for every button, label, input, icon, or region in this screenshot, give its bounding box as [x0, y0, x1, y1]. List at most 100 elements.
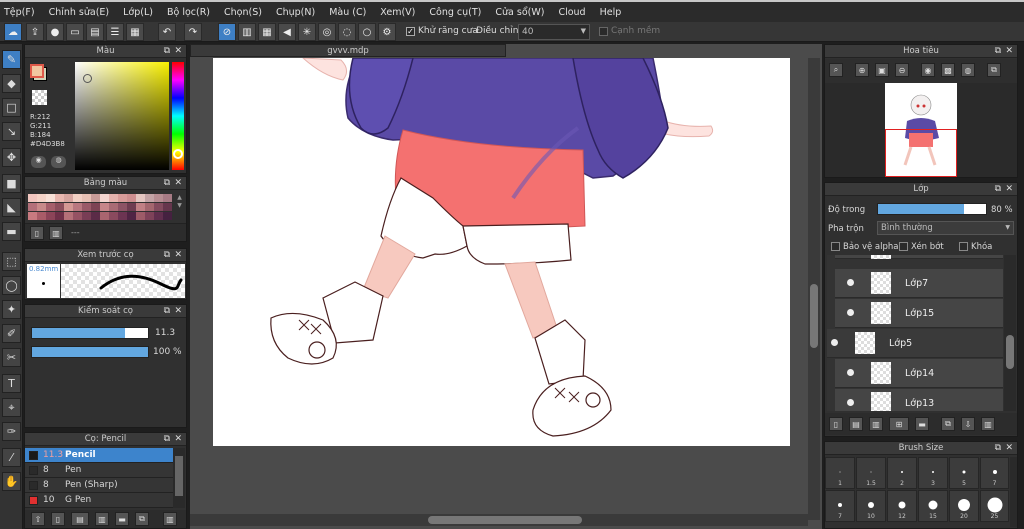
gradient-tool-icon[interactable]: ▬	[2, 222, 21, 241]
pen-tool-icon[interactable]: ⁄	[2, 448, 21, 467]
redo-icon[interactable]: ↷	[184, 23, 202, 41]
select-eraser-tool-icon[interactable]: ✂	[2, 348, 21, 367]
select-rect-tool-icon[interactable]: ⬚	[2, 252, 21, 271]
brush-size-preset[interactable]: 3	[918, 457, 948, 489]
palette-swatch[interactable]	[127, 212, 136, 220]
brush-item-pen[interactable]: 8 Pen	[25, 463, 185, 478]
palette-swatch[interactable]	[91, 194, 100, 202]
palette-swatch[interactable]	[109, 212, 118, 220]
palette-swatch[interactable]	[46, 194, 55, 202]
rect-tool-icon[interactable]: ■	[2, 174, 21, 193]
horizontal-scroll-thumb[interactable]	[428, 516, 582, 524]
duplicate-icon[interactable]: ⧉	[135, 512, 149, 526]
close-icon[interactable]: ✕	[174, 433, 182, 445]
snap-ellipse-icon[interactable]: ○	[358, 23, 376, 41]
select-pen-tool-icon[interactable]: ✐	[2, 324, 21, 343]
print-icon[interactable]: ▤	[86, 23, 104, 41]
brush-size-preset[interactable]: 1	[825, 457, 855, 489]
brush-size-preset[interactable]: 15	[918, 490, 948, 522]
brush-size-preset[interactable]: 25	[980, 490, 1009, 522]
eye-icon[interactable]	[847, 279, 854, 286]
rotate-reset-icon[interactable]: ◍	[961, 63, 975, 77]
brush-list-scroll-thumb[interactable]	[175, 456, 183, 496]
merge-layer-icon[interactable]: ⇩	[961, 417, 975, 431]
brush-size-scrollbar[interactable]	[1010, 457, 1017, 527]
palette-scroll[interactable]: ▲ ▼	[175, 194, 184, 220]
fill-tool-icon[interactable]: ◣	[2, 198, 21, 217]
list-icon[interactable]: ☰	[106, 23, 124, 41]
brush-item-g-pen[interactable]: 10 G Pen	[25, 493, 185, 508]
close-icon[interactable]: ✕	[174, 45, 182, 57]
layer-row[interactable]: Lớp7	[835, 269, 1003, 298]
add-layer-menu-icon[interactable]: ⊞	[889, 417, 909, 431]
float-icon[interactable]: ⧉	[164, 305, 170, 317]
folder-icon[interactable]: ▬	[115, 512, 129, 526]
canvas-icon[interactable]: ▭	[66, 23, 84, 41]
layer-row[interactable]: Lớp14	[835, 359, 1003, 388]
layer-row-selected[interactable]: Lớp5	[827, 329, 1003, 358]
close-icon[interactable]: ✕	[1005, 183, 1013, 195]
add-brush-icon[interactable]: ▤	[71, 512, 89, 526]
brush-size-preset[interactable]: 7	[980, 457, 1009, 489]
palette-swatch[interactable]	[127, 194, 136, 202]
share-icon[interactable]: ⇪	[26, 23, 44, 41]
palette-swatch[interactable]	[73, 194, 82, 202]
palette-swatch[interactable]	[136, 194, 145, 202]
palette-swatch[interactable]	[136, 212, 145, 220]
snap-curve-icon[interactable]: ◌	[338, 23, 356, 41]
canvas-vertical-scrollbar[interactable]	[808, 58, 820, 520]
zoom-in-icon[interactable]: ⊕	[855, 63, 869, 77]
snap-radial-icon[interactable]: ✳	[298, 23, 316, 41]
menu-filter[interactable]: Bộ lọc(R)	[167, 7, 210, 18]
new-halftone-layer-icon[interactable]: ▤	[849, 417, 863, 431]
eye-icon[interactable]	[847, 309, 854, 316]
palette-swatch[interactable]	[73, 212, 82, 220]
palette-swatch[interactable]	[118, 212, 127, 220]
palette-swatch[interactable]	[28, 194, 37, 202]
grid-icon[interactable]: ▦	[126, 23, 144, 41]
drawing-canvas[interactable]	[213, 58, 790, 446]
blend-mode-select[interactable]: Bình thường ▼	[877, 221, 1014, 235]
flip-icon[interactable]: ▩	[941, 63, 955, 77]
palette-swatch[interactable]	[37, 212, 46, 220]
upload-icon[interactable]: ⇧	[31, 512, 45, 526]
palette-swatch[interactable]	[163, 203, 172, 211]
close-icon[interactable]: ✕	[174, 177, 182, 189]
palette-swatch[interactable]	[91, 203, 100, 211]
palette-swatch[interactable]	[100, 212, 109, 220]
menu-select[interactable]: Chọn(S)	[224, 7, 262, 18]
brush-size-preset[interactable]: 20	[949, 490, 979, 522]
menu-window[interactable]: Cửa sổ(W)	[495, 7, 544, 18]
palette-swatch[interactable]	[55, 212, 64, 220]
palette-swatch[interactable]	[163, 194, 172, 202]
palette-swatch[interactable]	[145, 194, 154, 202]
float-icon[interactable]: ⧉	[995, 45, 1001, 57]
eye-icon[interactable]	[847, 399, 854, 406]
vertical-scroll-thumb[interactable]	[810, 284, 818, 348]
brush-opacity-slider[interactable]	[31, 346, 149, 358]
canvas-horizontal-scrollbar[interactable]	[190, 514, 808, 526]
close-icon[interactable]: ✕	[174, 249, 182, 261]
hue-slider-handle[interactable]	[173, 149, 183, 159]
palette-swatch[interactable]	[100, 203, 109, 211]
clipping-checkbox[interactable]	[899, 242, 908, 251]
smoothing-select[interactable]: 40 ▼	[518, 24, 590, 40]
palette-swatch[interactable]	[64, 203, 73, 211]
brush-settings-icon[interactable]: ▥	[95, 512, 109, 526]
brush-size-preset[interactable]: 10	[856, 490, 886, 522]
brush-size-preset[interactable]: 1.5	[856, 457, 886, 489]
eraser-tool-icon[interactable]: ◆	[2, 74, 21, 93]
palette-swatch[interactable]	[154, 212, 163, 220]
magic-wand-tool-icon[interactable]: ✦	[2, 300, 21, 319]
float-icon[interactable]: ⧉	[164, 433, 170, 445]
navigator-view-rect[interactable]	[885, 129, 957, 177]
dot-tool-icon[interactable]: □	[2, 98, 21, 117]
hand-tool-icon[interactable]: ✋	[2, 472, 21, 491]
brush-size-slider[interactable]	[31, 327, 149, 339]
palette-add-icon[interactable]: ◉	[31, 156, 46, 168]
delete-palette-icon[interactable]: ▥	[49, 226, 63, 240]
palette-swatch[interactable]	[145, 212, 154, 220]
palette-swap-icon[interactable]: ◍	[51, 156, 66, 168]
saturation-value-picker[interactable]	[75, 62, 169, 170]
actual-size-icon[interactable]: ▣	[875, 63, 889, 77]
